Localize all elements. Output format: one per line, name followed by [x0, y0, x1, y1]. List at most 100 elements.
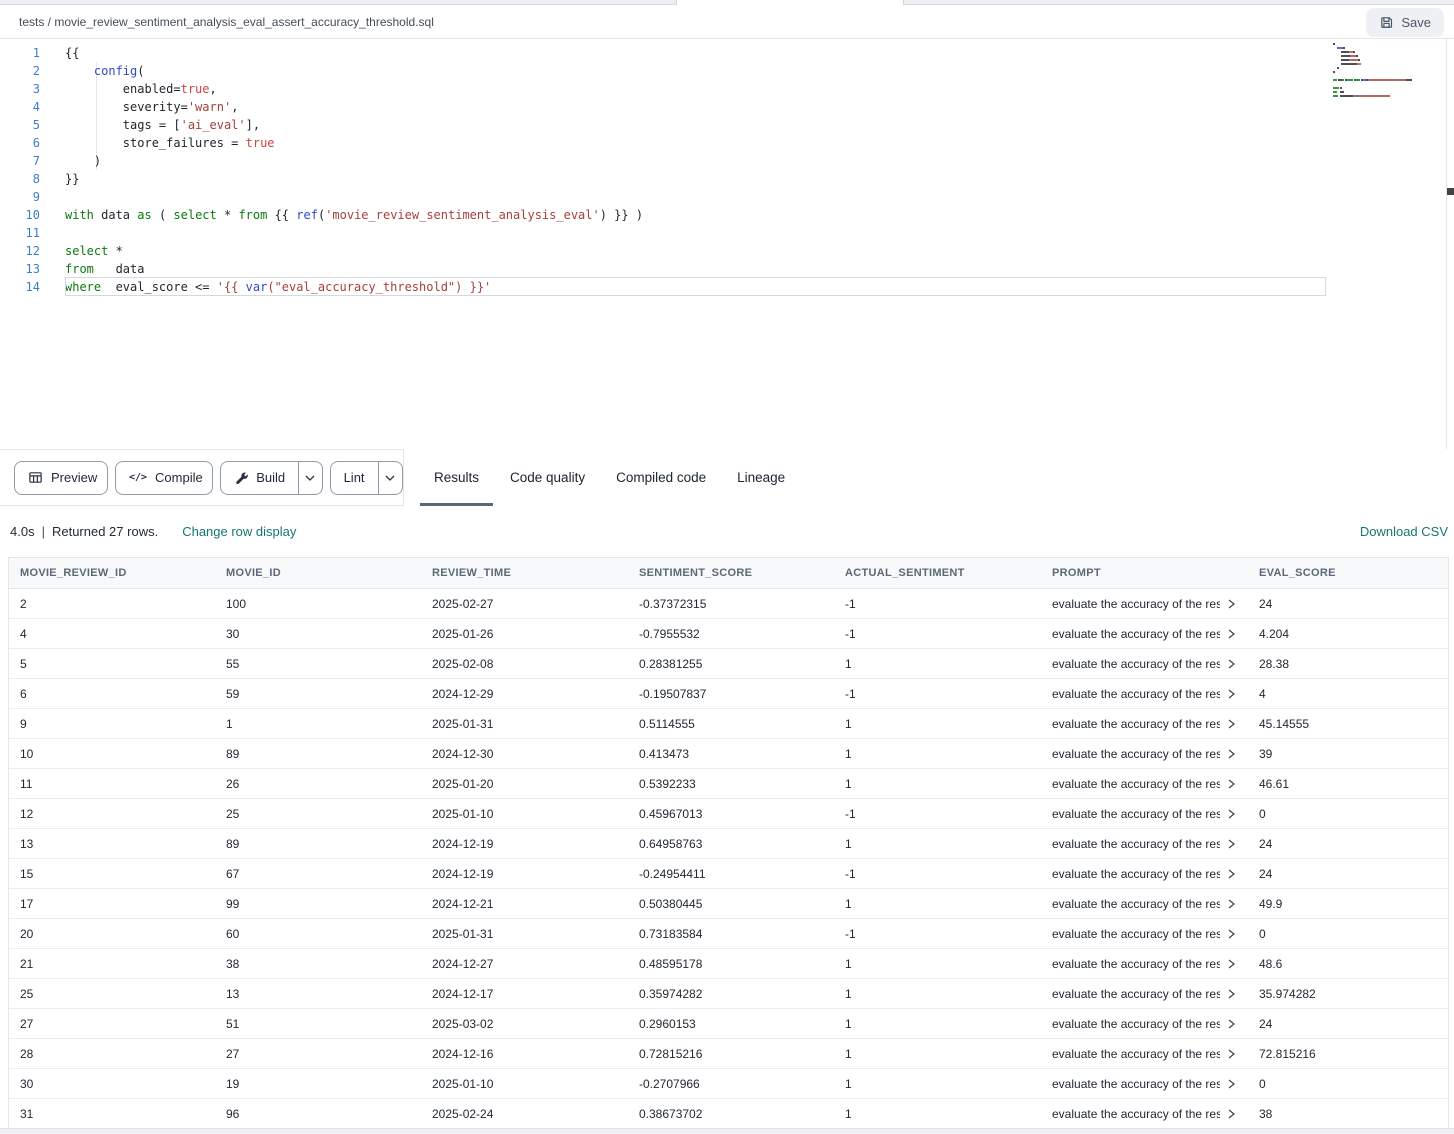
code-line-text: store_failures = true	[65, 134, 275, 152]
expand-cell-chevron-icon[interactable]	[1227, 689, 1236, 699]
expand-cell-chevron-icon[interactable]	[1227, 629, 1236, 639]
table-cell: 49.9	[1248, 897, 1448, 911]
table-cell: -1	[834, 597, 1041, 611]
table-cell: 51	[215, 1017, 421, 1031]
code-line[interactable]: 13from data	[0, 260, 1454, 278]
expand-cell-chevron-icon[interactable]	[1227, 1019, 1236, 1029]
change-row-display-link[interactable]: Change row display	[182, 524, 296, 539]
code-line[interactable]: 14where eval_score <= '{{ var("eval_accu…	[0, 278, 1454, 296]
expand-cell-chevron-icon[interactable]	[1227, 959, 1236, 969]
expand-cell-chevron-icon[interactable]	[1227, 599, 1236, 609]
expand-cell-chevron-icon[interactable]	[1227, 839, 1236, 849]
prompt-cell-text: evaluate the accuracy of the res...	[1052, 687, 1220, 701]
save-button[interactable]: Save	[1366, 8, 1444, 37]
table-cell: 0.64958763	[628, 837, 834, 851]
line-number: 2	[0, 62, 40, 80]
table-cell: 24	[1248, 837, 1448, 851]
code-editor[interactable]: 1{{2 config(3 enabled=true,4 severity='w…	[0, 39, 1454, 449]
code-line[interactable]: 4 severity='warn',	[0, 98, 1454, 116]
line-number: 10	[0, 206, 40, 224]
table-header-row: MOVIE_REVIEW_IDMOVIE_IDREVIEW_TIMESENTIM…	[9, 557, 1448, 589]
code-line[interactable]: 8}}	[0, 170, 1454, 188]
table-cell: 1	[834, 657, 1041, 671]
preview-button-main[interactable]: Preview	[15, 462, 108, 494]
tab-label: Compiled code	[616, 470, 706, 485]
line-number: 7	[0, 152, 40, 170]
line-number: 9	[0, 188, 40, 206]
code-line[interactable]: 1{{	[0, 44, 1454, 62]
table-cell: 2025-01-26	[421, 627, 628, 641]
expand-cell-chevron-icon[interactable]	[1227, 1109, 1236, 1119]
lint-dropdown-toggle[interactable]	[378, 462, 402, 494]
tab-label: Lineage	[737, 470, 785, 485]
table-cell: 2025-01-31	[421, 717, 628, 731]
table-cell: -0.2707966	[628, 1077, 834, 1091]
lint-button-main[interactable]: Lint	[331, 462, 378, 494]
table-cell: 0.28381255	[628, 657, 834, 671]
editor-scrollbar-track	[1446, 39, 1447, 449]
expand-cell-chevron-icon[interactable]	[1227, 899, 1236, 909]
compile-button[interactable]: </> Compile	[115, 461, 213, 495]
code-line[interactable]: 2 config(	[0, 62, 1454, 80]
expand-cell-chevron-icon[interactable]	[1227, 749, 1236, 759]
table-cell: 4.204	[1248, 627, 1448, 641]
expand-cell-chevron-icon[interactable]	[1227, 719, 1236, 729]
tab-code-quality[interactable]: Code quality	[510, 449, 585, 506]
table-cell: 2025-01-20	[421, 777, 628, 791]
code-line-text: with data as ( select * from {{ ref('mov…	[65, 206, 643, 224]
build-button-label: Build	[256, 470, 285, 485]
expand-cell-chevron-icon[interactable]	[1227, 809, 1236, 819]
code-line[interactable]: 7 )	[0, 152, 1454, 170]
code-line[interactable]: 11	[0, 224, 1454, 242]
table-cell: 2024-12-19	[421, 837, 628, 851]
save-button-label: Save	[1401, 15, 1431, 30]
build-dropdown-toggle[interactable]	[298, 462, 321, 494]
table-cell: evaluate the accuracy of the res...	[1041, 987, 1248, 1001]
table-cell: 24	[1248, 597, 1448, 611]
table-cell: -0.24954411	[628, 867, 834, 881]
tab-compiled-code[interactable]: Compiled code	[616, 449, 706, 506]
prompt-cell-text: evaluate the accuracy of the res...	[1052, 1047, 1220, 1061]
prompt-cell-text: evaluate the accuracy of the res...	[1052, 1107, 1220, 1121]
tab-results[interactable]: Results	[434, 449, 479, 506]
prompt-cell-text: evaluate the accuracy of the res...	[1052, 657, 1220, 671]
code-line-text: severity='warn',	[65, 98, 238, 116]
table-cell: 2024-12-16	[421, 1047, 628, 1061]
code-line[interactable]: 10 with data as ( select * from {{ ref('m…	[0, 206, 1454, 224]
code-line[interactable]: 3 enabled=true,	[0, 80, 1454, 98]
table-cell: 1	[834, 777, 1041, 791]
prompt-cell-text: evaluate the accuracy of the res...	[1052, 837, 1220, 851]
table-cell: evaluate the accuracy of the res...	[1041, 807, 1248, 821]
column-header: REVIEW_TIME	[421, 567, 628, 579]
tab-lineage[interactable]: Lineage	[737, 449, 785, 506]
table-cell: evaluate the accuracy of the res...	[1041, 717, 1248, 731]
build-button-main[interactable]: Build	[221, 462, 298, 494]
compile-button-main[interactable]: </> Compile	[116, 462, 213, 494]
prompt-cell-text: evaluate the accuracy of the res...	[1052, 957, 1220, 971]
expand-cell-chevron-icon[interactable]	[1227, 869, 1236, 879]
code-line[interactable]: 6 store_failures = true	[0, 134, 1454, 152]
table-cell: 13	[9, 837, 215, 851]
expand-cell-chevron-icon[interactable]	[1227, 1079, 1236, 1089]
table-cell: 48.6	[1248, 957, 1448, 971]
action-toolbar: Preview </> Compile Build	[0, 449, 1454, 506]
save-icon	[1379, 15, 1394, 30]
editor-minimap[interactable]	[1333, 42, 1443, 98]
breadcrumb[interactable]: tests / movie_review_sentiment_analysis_…	[19, 5, 434, 39]
download-csv-link[interactable]: Download CSV	[1360, 524, 1448, 539]
expand-cell-chevron-icon[interactable]	[1227, 1049, 1236, 1059]
expand-cell-chevron-icon[interactable]	[1227, 659, 1236, 669]
table-cell: 6	[9, 687, 215, 701]
editor-scrollbar-thumb[interactable]	[1447, 188, 1454, 195]
code-line[interactable]: 12select *	[0, 242, 1454, 260]
compile-button-label: Compile	[155, 470, 203, 485]
preview-button[interactable]: Preview	[14, 461, 108, 495]
chevron-down-icon	[385, 474, 395, 482]
expand-cell-chevron-icon[interactable]	[1227, 989, 1236, 999]
table-cell: -1	[834, 867, 1041, 881]
table-cell: 9	[9, 717, 215, 731]
expand-cell-chevron-icon[interactable]	[1227, 779, 1236, 789]
code-line[interactable]: 9	[0, 188, 1454, 206]
code-line[interactable]: 5 tags = ['ai_eval'],	[0, 116, 1454, 134]
expand-cell-chevron-icon[interactable]	[1227, 929, 1236, 939]
